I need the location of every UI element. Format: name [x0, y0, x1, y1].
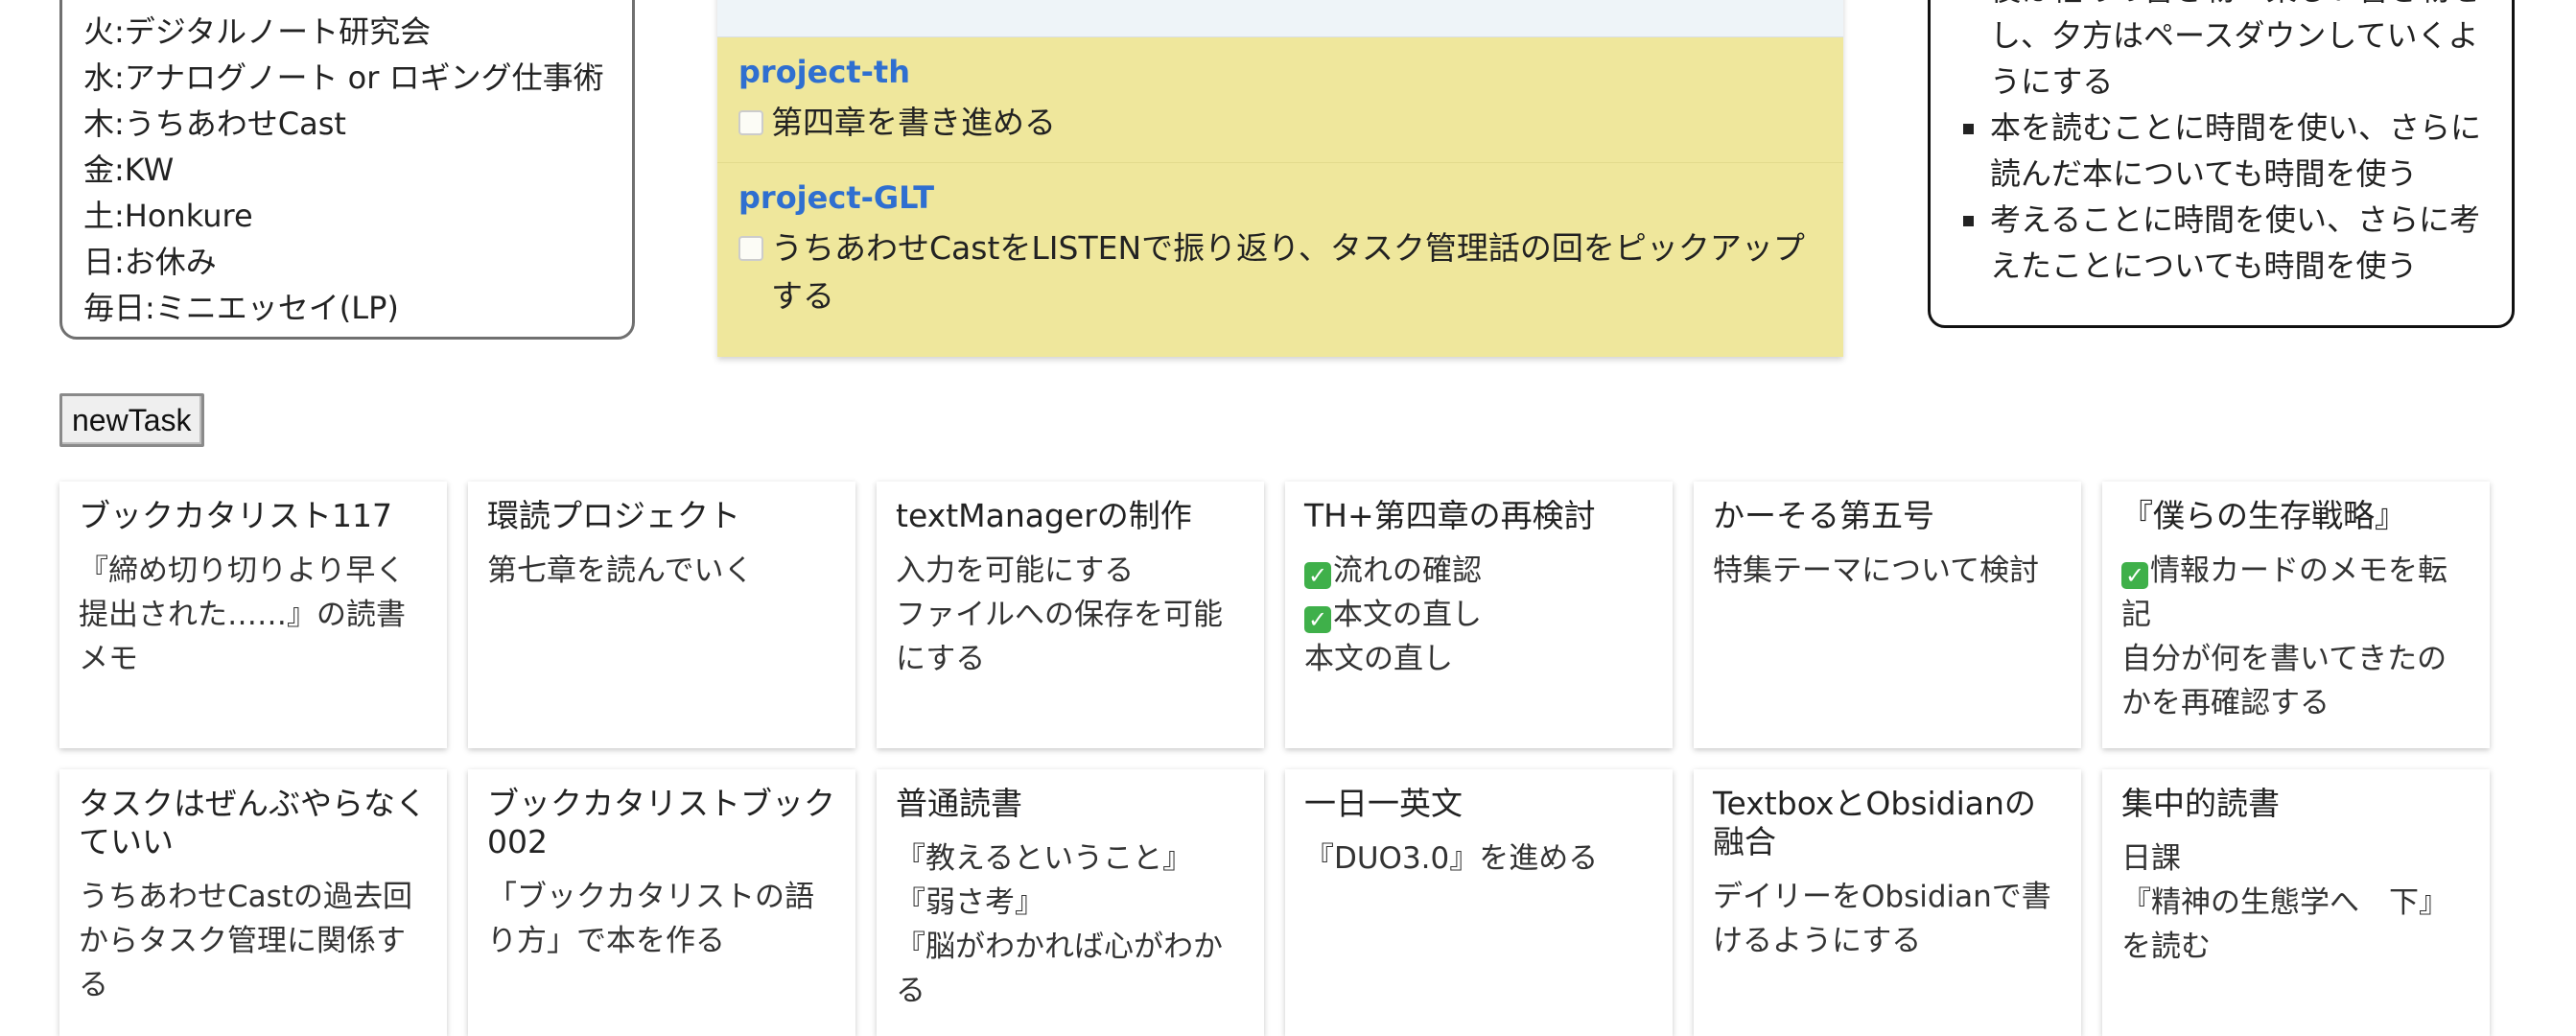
task-card-line: 特集テーマについて検討 — [1713, 549, 2062, 593]
task-card-line-text: 本文の直し — [1304, 642, 1453, 676]
task-card-line-text: 日課 — [2121, 841, 2181, 876]
task-card-title: 『僕らの生存戦略』 — [2121, 497, 2406, 534]
schedule-line-daily: 毎日:ミニエッセイ(LP) — [83, 290, 399, 326]
schedule-line-tuesday: 火:デジタルノート研究会 — [83, 13, 432, 50]
task-card-line-text: 流れの確認 — [1333, 553, 1482, 588]
task-card-title: ブックカタリストブック002 — [487, 785, 835, 860]
task-card-line-text: 『精神の生態学へ 下』を読む — [2121, 885, 2448, 964]
project-task-item: うちあわせCastをLISTENで振り返り、タスク管理話の回をピックアップする — [738, 224, 1822, 320]
task-checkbox[interactable] — [738, 236, 763, 261]
task-card-line: ✓ 情報カードのメモを転記 — [2121, 549, 2471, 637]
task-card-title: かーそる第五号 — [1713, 497, 1934, 534]
task-card-line-text: デイリーをObsidianで書けるようにする — [1713, 880, 2051, 958]
task-card[interactable]: textManagerの制作 入力を可能にするファイルへの保存を可能にする — [877, 482, 1264, 748]
project-section: project-GLT うちあわせCastをLISTENで振り返り、タスク管理話… — [717, 163, 1843, 336]
task-card-line: 『弱さ考』 — [896, 881, 1245, 925]
project-task-panel: project-th 第四章を書き進める project-GLT うちあわせCa… — [717, 0, 1843, 357]
task-card-line: ✓ 流れの確認 — [1304, 549, 1653, 593]
task-card-line: 日課 — [2121, 836, 2471, 881]
project-panel-header — [717, 0, 1843, 37]
task-card[interactable]: かーそる第五号特集テーマについて検討 — [1694, 482, 2081, 748]
task-card-title: 一日一英文 — [1304, 785, 1463, 822]
schedule-line-friday: 金:KW — [83, 152, 175, 188]
check-mark-icon: ✓ — [1304, 562, 1331, 589]
task-card-line: 自分が何を書いてきたのかを再確認する — [2121, 637, 2471, 725]
task-card-line-text: 特集テーマについて検討 — [1713, 553, 2040, 588]
task-card[interactable]: ブックカタリスト117 『締め切り切りより早く提出された……』の読書メモ — [59, 482, 447, 748]
task-card[interactable]: ブックカタリストブック002 「ブックカタリストの語り方」で本を作る — [468, 769, 855, 1036]
task-card-line: 『脳がわかれば心がわかる — [896, 925, 1245, 1013]
task-card-line-text: 第七章を読んでいく — [487, 553, 754, 588]
project-section: project-th 第四章を書き進める — [717, 37, 1843, 163]
project-task-label: 第四章を書き進める — [771, 104, 1056, 141]
task-card-line: 『精神の生態学へ 下』を読む — [2121, 881, 2471, 969]
task-card-line-text: 『DUO3.0』を進める — [1304, 841, 1599, 876]
task-card[interactable]: タスクはぜんぶやらなくていいうちあわせCastの過去回からタスク管理に関係する — [59, 769, 447, 1036]
policy-item: 本を読むことに時間を使い、さらに読んだ本についても時間を使う — [1959, 105, 2483, 197]
task-card-title: TextboxとObsidianの融合 — [1713, 785, 2036, 860]
task-card-line: ファイルへの保存を可能にする — [896, 593, 1245, 681]
task-card-line-text: 『弱さ考』 — [896, 885, 1044, 920]
task-card-line: 第七章を読んでいく — [487, 549, 836, 593]
task-card-line: 『教えるということ』 — [896, 836, 1245, 881]
weekly-schedule-panel: 火:デジタルノート研究会 水:アナログノート or ロギング仕事術 木:うちあわ… — [59, 0, 635, 340]
project-link-glt[interactable]: project-GLT — [738, 177, 1822, 219]
task-card-title: 環読プロジェクト — [487, 497, 740, 534]
new-task-button[interactable]: newTask — [59, 393, 204, 447]
project-task-label: うちあわせCastをLISTENで振り返り、タスク管理話の回をピックアップする — [771, 229, 1805, 315]
task-card-line: 「ブックカタリストの語り方」で本を作る — [487, 875, 836, 963]
task-card[interactable]: 普通読書『教えるということ』 『弱さ考』『脳がわかれば心がわかる — [877, 769, 1264, 1036]
check-mark-icon: ✓ — [2121, 562, 2148, 589]
task-card-line: うちあわせCastの過去回からタスク管理に関係する — [79, 875, 428, 1007]
task-card-title: タスクはぜんぶやらなくていい — [79, 785, 427, 860]
task-card-line-text: 本文の直し — [1333, 598, 1482, 632]
task-card-line: 『DUO3.0』を進める — [1304, 836, 1653, 881]
policy-item: 考えることに時間を使い、さらに考えたことについても時間を使う — [1959, 197, 2483, 289]
task-card[interactable]: TH+第四章の再検討 ✓ 流れの確認 ✓ 本文の直し 本文の直し — [1285, 482, 1673, 748]
schedule-line-sunday: 日:お休み — [83, 244, 217, 280]
task-checkbox[interactable] — [738, 110, 763, 135]
check-mark-icon: ✓ — [1304, 606, 1331, 633]
project-task-item: 第四章を書き進める — [738, 99, 1822, 147]
task-card-title: 集中的読書 — [2121, 785, 2280, 822]
schedule-line-thursday: 木:うちあわせCast — [83, 106, 346, 142]
task-card-line-text: 『教えるということ』 — [896, 841, 1193, 876]
task-card-line: デイリーをObsidianで書けるようにする — [1713, 875, 2062, 963]
task-card-line-text: 『締め切り切りより早く提出された……』の読書メモ — [79, 553, 406, 676]
policy-item: 後は軽めの書き物・楽しい書き物をし、夕方はペースダウンしていくようにする — [1959, 0, 2483, 105]
daily-policy-panel: 後は軽めの書き物・楽しい書き物をし、夕方はペースダウンしていくようにする 本を読… — [1928, 0, 2515, 328]
schedule-line-wednesday: 水:アナログノート or ロギング仕事術 — [83, 59, 604, 96]
task-card-title: textManagerの制作 — [896, 497, 1192, 534]
task-card-line-text: 「ブックカタリストの語り方」で本を作る — [487, 880, 814, 958]
task-card[interactable]: 集中的読書日課『精神の生態学へ 下』を読む — [2102, 769, 2490, 1036]
task-card-grid: ブックカタリスト117 『締め切り切りより早く提出された……』の読書メモ 環読プロジ… — [59, 482, 2495, 1036]
task-card[interactable]: 『僕らの生存戦略』 ✓ 情報カードのメモを転記 自分が何を書いてきたのかを再確認する — [2102, 482, 2490, 748]
task-card-title: TH+第四章の再検討 — [1304, 497, 1596, 534]
task-card-line: 本文の直し — [1304, 637, 1653, 681]
task-card-title: 普通読書 — [896, 785, 1022, 822]
task-card-line-text: 『脳がわかれば心がわかる — [896, 930, 1223, 1008]
task-card-line-text: 入力を可能にする — [896, 553, 1135, 588]
task-card-title: ブックカタリスト117 — [79, 497, 392, 534]
project-link-th[interactable]: project-th — [738, 51, 1822, 93]
task-card[interactable]: TextboxとObsidianの融合 デイリーをObsidianで書けるようにす… — [1694, 769, 2081, 1036]
task-card-line: ✓ 本文の直し — [1304, 593, 1653, 637]
task-card-line-text: ファイルへの保存を可能にする — [896, 598, 1223, 676]
task-card-line-text: うちあわせCastの過去回からタスク管理に関係する — [79, 880, 412, 1002]
task-card[interactable]: 環読プロジェクト 第七章を読んでいく — [468, 482, 855, 748]
schedule-line-saturday: 土:Honkure — [83, 198, 253, 234]
task-card-line: 『締め切り切りより早く提出された……』の読書メモ — [79, 549, 428, 681]
task-card[interactable]: 一日一英文『DUO3.0』を進める — [1285, 769, 1673, 1036]
task-card-line: 入力を可能にする — [896, 549, 1245, 593]
task-card-line-text: 情報カードのメモを転記 — [2121, 553, 2447, 632]
task-card-line-text: 自分が何を書いてきたのかを再確認する — [2121, 642, 2447, 720]
